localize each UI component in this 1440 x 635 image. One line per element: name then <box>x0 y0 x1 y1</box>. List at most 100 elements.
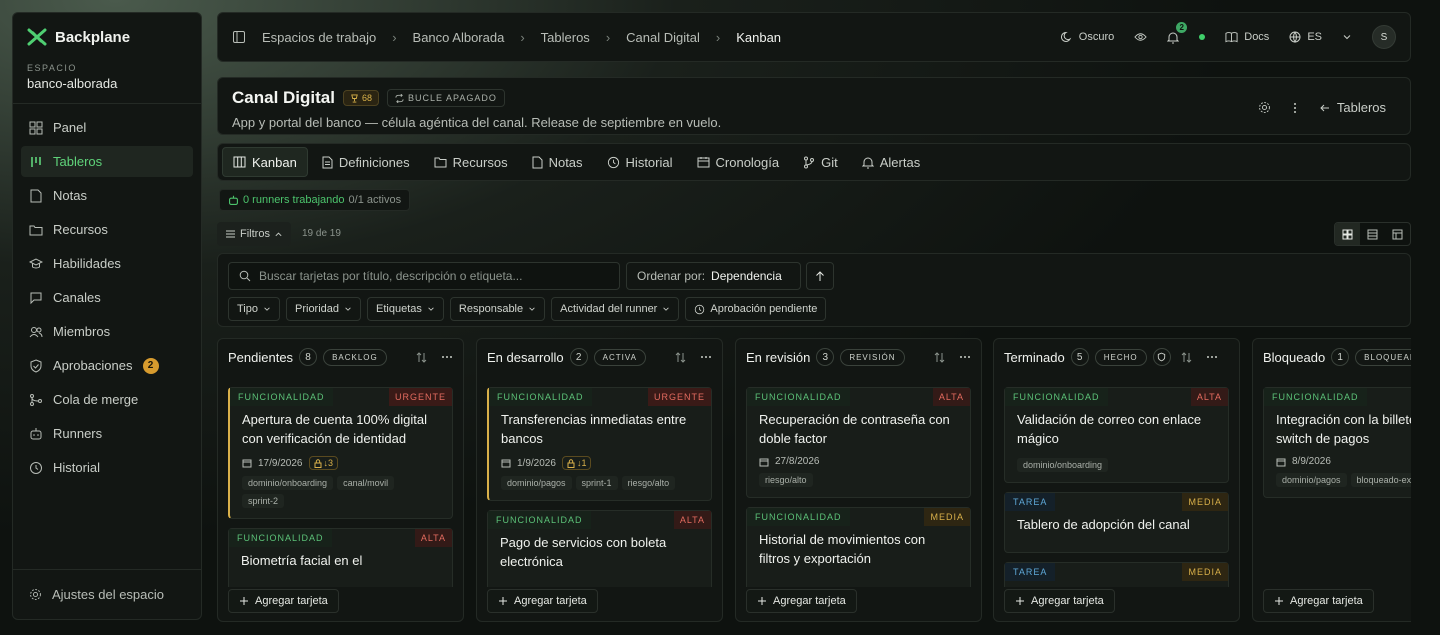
tab-git[interactable]: Git <box>793 147 848 177</box>
add-card-button[interactable]: Agregar tarjeta <box>1004 589 1115 613</box>
search-input[interactable]: Buscar tarjetas por título, descripción … <box>228 262 620 290</box>
card[interactable]: FUNCIONALIDAD MEDIA Historial de movimien… <box>746 507 971 587</box>
tab-definiciones[interactable]: Definiciones <box>312 147 420 177</box>
loop-status-badge[interactable]: BUCLE APAGADO <box>386 89 505 107</box>
sidebar-item-label: Panel <box>53 120 87 135</box>
add-card-button[interactable]: Agregar tarjeta <box>746 589 857 613</box>
card-tag[interactable]: riesgo/alto <box>759 473 813 487</box>
card[interactable]: FUNCIONALIDAD ALTA Validación de correo c… <box>1004 387 1229 483</box>
card-tag[interactable]: sprint-1 <box>575 476 618 490</box>
filter-responsable[interactable]: Responsable <box>449 297 546 321</box>
card-tag[interactable]: dominio/onboarding <box>242 476 334 490</box>
language-select[interactable]: ES <box>1289 31 1322 43</box>
sort-direction-button[interactable] <box>806 262 834 290</box>
breadcrumb-item[interactable]: Canal Digital <box>626 30 700 45</box>
chevron-right-icon: › <box>715 29 721 45</box>
sidebar-item-canales[interactable]: Canales <box>21 282 193 313</box>
table-view-icon[interactable] <box>1385 223 1410 245</box>
card[interactable]: FUNCIONALIDAD URGENTE Transferencias inme… <box>487 387 712 501</box>
card-tag[interactable]: riesgo/alto <box>621 476 676 490</box>
board-tabs: Kanban Definiciones Recursos Notas Histo… <box>217 143 1411 181</box>
board-settings-icon[interactable] <box>1258 101 1271 114</box>
chevron-down-icon[interactable] <box>1342 32 1352 42</box>
more-horizontal-icon[interactable] <box>441 355 453 359</box>
card[interactable]: FUNCIONALIDAD URGENTE Apertura de cuenta … <box>228 387 453 519</box>
workspace-settings-link[interactable]: Ajustes del espacio <box>13 569 201 619</box>
theme-toggle[interactable]: Oscuro <box>1060 31 1114 43</box>
tab-kanban[interactable]: Kanban <box>222 147 308 177</box>
sort-icon[interactable] <box>675 351 686 363</box>
visibility-button[interactable] <box>1134 31 1147 43</box>
filter-prioridad[interactable]: Prioridad <box>286 297 362 321</box>
sidebar-item-historial[interactable]: Historial <box>21 452 193 483</box>
more-options-icon[interactable] <box>1293 102 1297 114</box>
brand[interactable]: Backplane <box>13 13 201 55</box>
card-tag[interactable]: canal/movil <box>337 476 395 490</box>
sidebar-item-miembros[interactable]: Miembros <box>21 316 193 347</box>
list-view-icon[interactable] <box>1360 223 1385 245</box>
filter-etiquetas[interactable]: Etiquetas <box>367 297 444 321</box>
card[interactable]: TAREA MEDIA Tablero de adopción del canal <box>1004 492 1229 553</box>
card-priority: MEDIA <box>924 508 970 526</box>
board-score: 68 <box>361 93 372 103</box>
breadcrumb-item[interactable]: Tableros <box>541 30 590 45</box>
sidebar-item-panel[interactable]: Panel <box>21 112 193 143</box>
notifications-button[interactable]: 2 <box>1167 21 1188 44</box>
sort-icon[interactable] <box>934 351 945 363</box>
breadcrumb-item[interactable]: Espacios de trabajo <box>262 30 376 45</box>
sidebar-item-tableros[interactable]: Tableros <box>21 146 193 177</box>
back-to-boards-button[interactable]: Tableros <box>1319 100 1386 115</box>
grid-view-icon[interactable] <box>1335 223 1360 245</box>
card[interactable]: TAREA MEDIA <box>1004 562 1229 587</box>
chip-label: Tipo <box>237 303 258 315</box>
sidebar: Backplane ESPACIO banco-alborada Panel T… <box>12 12 202 620</box>
card-tag[interactable]: dominio/pagos <box>1276 473 1347 487</box>
docs-link[interactable]: Docs <box>1225 31 1269 43</box>
sidebar-item-runners[interactable]: Runners <box>21 418 193 449</box>
card-tag[interactable]: dominio/onboarding <box>1017 458 1109 472</box>
bell-icon <box>1167 32 1180 43</box>
card-tag[interactable]: sprint-2 <box>242 494 285 508</box>
add-card-button[interactable]: Agregar tarjeta <box>487 589 598 613</box>
add-card-button[interactable]: Agregar tarjeta <box>228 589 339 613</box>
add-card-button[interactable]: Agregar tarjeta <box>1263 589 1374 613</box>
card[interactable]: FUNCIONALIDAD ALTA Pago de servicios con … <box>487 510 712 587</box>
filter-tipo[interactable]: Tipo <box>228 297 280 321</box>
filters-toggle-button[interactable]: Filtros <box>217 222 291 246</box>
more-horizontal-icon[interactable] <box>700 355 712 359</box>
tab-historial[interactable]: Historial <box>597 147 683 177</box>
tab-recursos[interactable]: Recursos <box>424 147 518 177</box>
sidebar-item-cola-de-merge[interactable]: Cola de merge <box>21 384 193 415</box>
sidebar-item-notas[interactable]: Notas <box>21 180 193 211</box>
sort-icon[interactable] <box>416 351 427 363</box>
card-tag[interactable]: dominio/pagos <box>501 476 572 490</box>
tab-cronologia[interactable]: Cronología <box>687 147 790 177</box>
tab-alertas[interactable]: Alertas <box>852 147 930 177</box>
workspace-name[interactable]: banco-alborada <box>13 73 201 104</box>
user-avatar[interactable]: S <box>1372 25 1396 49</box>
card[interactable]: FUNCIONALIDAD ALTA Recuperación de contra… <box>746 387 971 498</box>
column-count: 1 <box>1331 348 1350 366</box>
card-date: 8/9/2026 <box>1292 456 1331 467</box>
sort-select[interactable]: Ordenar por: Dependencia <box>626 262 801 290</box>
breadcrumb-item[interactable]: Banco Alborada <box>413 30 505 45</box>
card[interactable]: FUNCIONALIDAD Integración con la billete… <box>1263 387 1411 498</box>
sort-icon[interactable] <box>1181 351 1192 363</box>
card[interactable]: FUNCIONALIDAD ALTA Biometría facial en el <box>228 528 453 587</box>
filter-aprobacion-pendiente[interactable]: Aprobación pendiente <box>685 297 827 321</box>
more-horizontal-icon[interactable] <box>959 355 971 359</box>
card-tag[interactable]: bloqueado-ext <box>1350 473 1411 487</box>
sidebar-item-aprobaciones[interactable]: Aprobaciones 2 <box>21 350 193 381</box>
filter-chips: Tipo Prioridad Etiquetas Responsable Act… <box>228 297 827 321</box>
clock-icon <box>30 461 42 474</box>
sidebar-item-habilidades[interactable]: Habilidades <box>21 248 193 279</box>
board-header: Canal Digital 68 BUCLE APAGADO App y por… <box>217 77 1411 135</box>
search-placeholder: Buscar tarjetas por título, descripción … <box>259 269 523 283</box>
tab-label: Notas <box>548 154 583 170</box>
more-horizontal-icon[interactable] <box>1206 355 1218 359</box>
sidebar-toggle-icon[interactable] <box>232 30 246 44</box>
filter-actividad-runner[interactable]: Actividad del runner <box>551 297 680 321</box>
runners-status[interactable]: 0 runners trabajando 0/1 activos <box>219 189 411 211</box>
tab-notas[interactable]: Notas <box>522 147 593 177</box>
sidebar-item-recursos[interactable]: Recursos <box>21 214 193 245</box>
